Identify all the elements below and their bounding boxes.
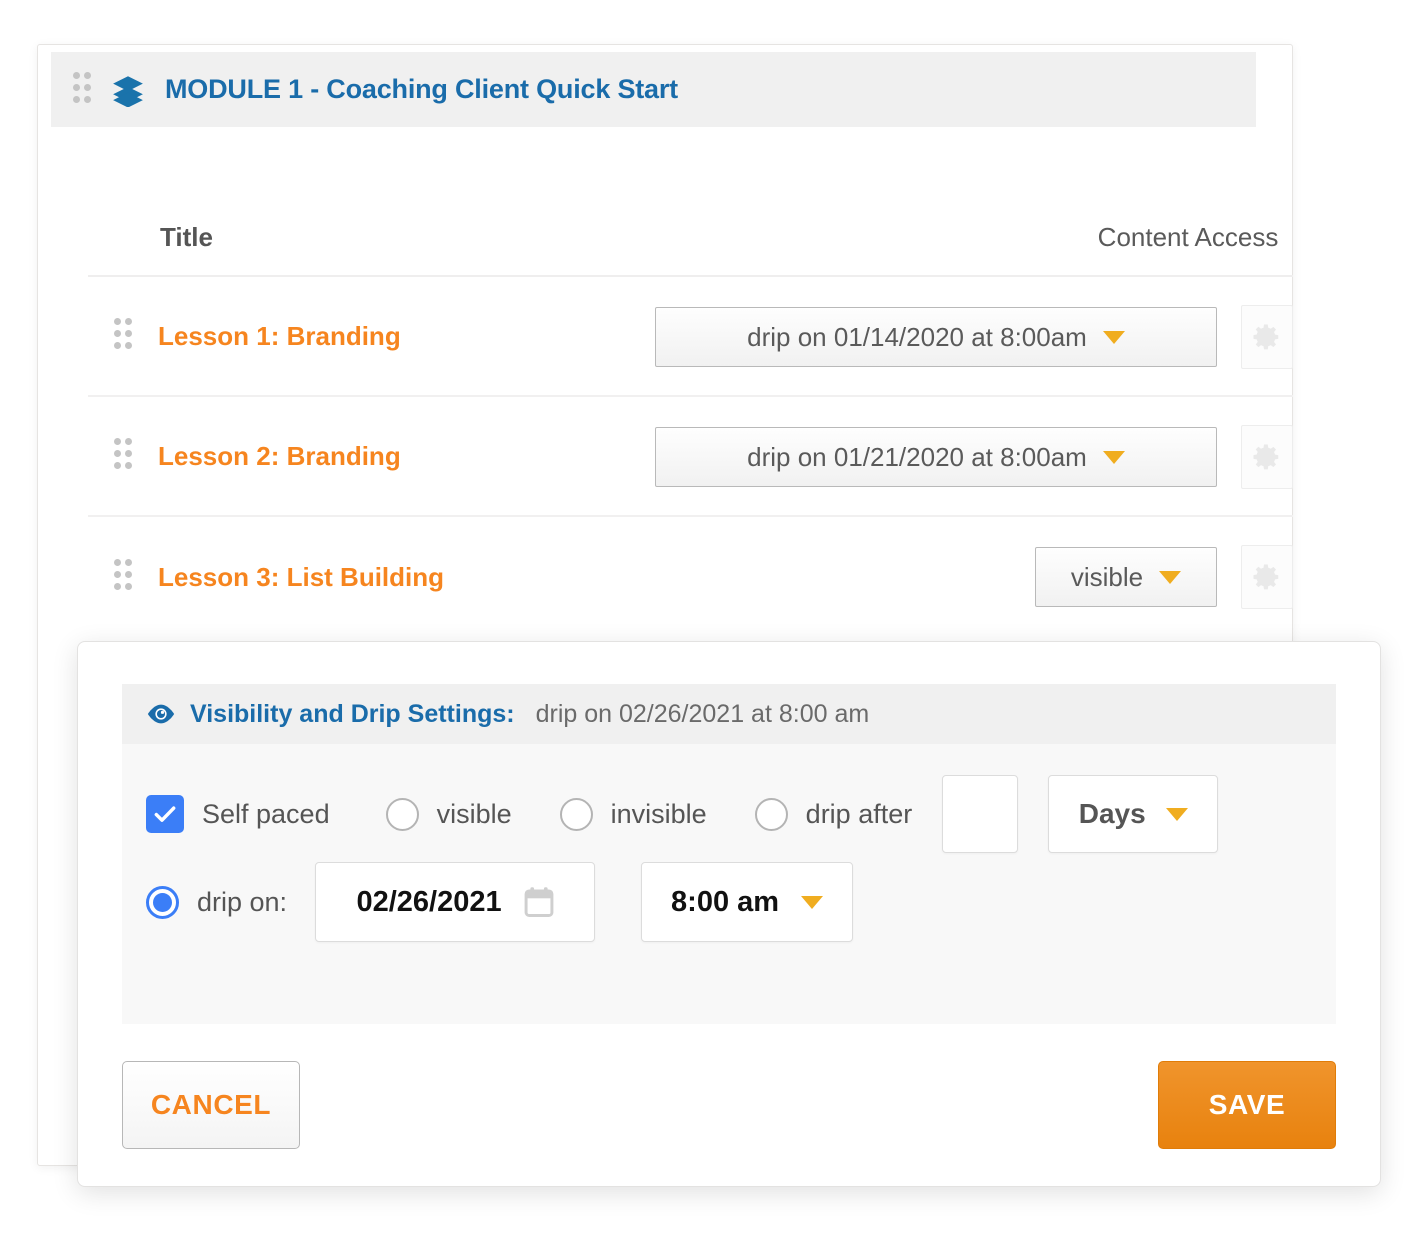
lesson-title[interactable]: Lesson 3: List Building [158, 562, 444, 593]
panel-header: Visibility and Drip Settings: drip on 02… [122, 684, 1336, 744]
content-access-dropdown[interactable]: visible [1035, 547, 1217, 607]
module-title: MODULE 1 - Coaching Client Quick Start [165, 74, 678, 104]
table-row: Lesson 2: Branding drip on 01/21/2020 at… [88, 397, 1293, 517]
drip-settings-modal: Visibility and Drip Settings: drip on 02… [77, 641, 1381, 1187]
modal-footer: CANCEL SAVE [122, 1060, 1336, 1150]
column-header-content-access: Content Access [1097, 222, 1279, 252]
chevron-down-icon [1102, 450, 1125, 464]
drip-on-label: drip on: [197, 886, 288, 917]
drip-after-radio[interactable] [754, 797, 788, 831]
lesson-title[interactable]: Lesson 1: Branding [158, 321, 401, 352]
table-row: Lesson 3: List Building visible [88, 517, 1293, 637]
settings-gear-button[interactable] [1241, 305, 1293, 369]
lessons-table: Title Content Access Lesson 1: Branding … [88, 200, 1293, 637]
cancel-button[interactable]: CANCEL [122, 1061, 300, 1149]
panel-body: Self paced visible invisible drip after … [122, 744, 1336, 942]
table-row: Lesson 1: Branding drip on 01/14/2020 at… [88, 277, 1293, 397]
visibility-options-row: Self paced visible invisible drip after … [146, 775, 1312, 853]
screen: MODULE 1 - Coaching Client Quick Start T… [0, 0, 1419, 1239]
drip-on-date-input[interactable]: 02/26/2021 [315, 862, 596, 942]
content-access-cell: visible [1035, 517, 1293, 637]
drip-after-unit-dropdown[interactable]: Days [1048, 775, 1219, 853]
drag-handle-icon[interactable] [114, 318, 140, 354]
drip-on-time-value: 8:00 am [671, 885, 780, 918]
settings-gear-button[interactable] [1241, 545, 1293, 609]
content-access-value: drip on 01/21/2020 at 8:00am [747, 441, 1087, 472]
chevron-down-icon [1102, 330, 1125, 344]
lesson-title[interactable]: Lesson 2: Branding [158, 441, 401, 472]
content-access-dropdown[interactable]: drip on 01/14/2020 at 8:00am [655, 307, 1217, 367]
table-header-row: Title Content Access [88, 200, 1293, 277]
chevron-down-icon [1165, 807, 1188, 821]
content-access-cell: drip on 01/21/2020 at 8:00am [655, 397, 1293, 517]
drip-on-date-value: 02/26/2021 [356, 885, 502, 918]
drip-after-amount-input[interactable] [942, 775, 1019, 853]
calendar-icon[interactable] [524, 886, 554, 918]
visible-radio[interactable] [385, 797, 419, 831]
gear-icon [1253, 324, 1279, 350]
self-paced-checkbox[interactable] [146, 795, 184, 833]
chevron-down-icon [1159, 570, 1182, 584]
drip-on-row: drip on: 02/26/2021 8:00 am [146, 862, 1312, 942]
invisible-label: invisible [610, 798, 707, 829]
drag-handle-icon[interactable] [114, 559, 140, 595]
chevron-down-icon [801, 895, 824, 909]
drip-after-label: drip after [805, 798, 913, 829]
drag-handle-icon[interactable] [73, 71, 99, 108]
panel-title: Visibility and Drip Settings: [190, 699, 515, 728]
content-access-cell: drip on 01/14/2020 at 8:00am [655, 277, 1293, 397]
content-access-dropdown[interactable]: drip on 01/21/2020 at 8:00am [655, 427, 1217, 487]
drip-after-unit-value: Days [1078, 798, 1146, 829]
eye-icon [146, 699, 176, 729]
settings-gear-button[interactable] [1241, 425, 1293, 489]
panel-subtitle: drip on 02/26/2021 at 8:00 am [535, 699, 870, 728]
content-access-value: visible [1070, 561, 1144, 592]
drip-on-radio[interactable] [146, 885, 179, 919]
visibility-drip-settings-panel: Visibility and Drip Settings: drip on 02… [122, 684, 1336, 1024]
gear-icon [1253, 444, 1279, 470]
gear-icon [1253, 564, 1279, 590]
drip-on-time-dropdown[interactable]: 8:00 am [641, 862, 854, 942]
module-header[interactable]: MODULE 1 - Coaching Client Quick Start [51, 52, 1256, 127]
self-paced-label: Self paced [202, 798, 330, 829]
drag-handle-icon[interactable] [114, 438, 140, 474]
invisible-radio[interactable] [559, 797, 593, 831]
save-button[interactable]: SAVE [1158, 1061, 1336, 1149]
layers-icon [99, 73, 145, 107]
column-header-title: Title [160, 222, 213, 252]
check-icon [154, 806, 176, 822]
visible-label: visible [436, 798, 512, 829]
content-access-value: drip on 01/14/2020 at 8:00am [747, 321, 1087, 352]
